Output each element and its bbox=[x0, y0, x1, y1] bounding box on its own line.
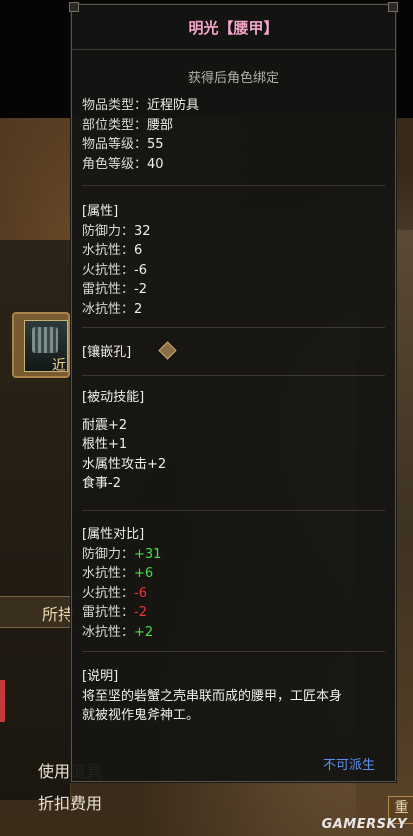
attr-row: 冰抗性：2 bbox=[82, 301, 143, 317]
attr-row: 防御力：32 bbox=[82, 223, 151, 239]
watermark: GAMERSKY bbox=[321, 817, 407, 832]
section-header: [属性] bbox=[82, 204, 119, 219]
corner-ornament bbox=[388, 2, 398, 12]
section-divider bbox=[82, 651, 385, 652]
tooltip-header: 明光【腰甲】 bbox=[69, 2, 398, 57]
corner-ornament bbox=[69, 2, 79, 12]
passive-skill: 水属性攻击+2 bbox=[82, 456, 167, 472]
item-tooltip: 明光【腰甲】 获得后角色绑定 物品类型：近程防具 部位类型：腰部 物品等级：55… bbox=[69, 2, 398, 782]
compare-section: [属性对比] 防御力：+31 水抗性：+6 火抗性：-6 雷抗性：-2 冰抗性：… bbox=[82, 525, 385, 642]
section-header: [属性对比] bbox=[82, 527, 145, 542]
attr-row: 雷抗性：-2 bbox=[82, 282, 147, 297]
description-text: 将至坚的砦蟹之壳串联而成的腰甲，工匠本身 bbox=[82, 688, 343, 704]
passive-skill: 根性+1 bbox=[82, 437, 128, 452]
section-divider bbox=[82, 510, 385, 511]
owned-label: 所持 bbox=[42, 605, 75, 624]
section-divider bbox=[82, 375, 385, 376]
attributes-section: [属性] 防御力：32 水抗性：6 火抗性：-6 雷抗性：-2 冰抗性：2 bbox=[82, 202, 385, 319]
bind-note: 获得后角色绑定 bbox=[187, 71, 279, 86]
compare-row: 水抗性：+6 bbox=[82, 566, 154, 581]
section-divider bbox=[82, 185, 385, 186]
discount-label: 折扣费用 bbox=[38, 794, 103, 813]
compare-row: 雷抗性：-2 bbox=[82, 605, 147, 620]
info-row: 物品类型：近程防具 bbox=[82, 98, 200, 113]
no-derive-link[interactable]: 不可派生 bbox=[323, 754, 375, 773]
item-title: 明光【腰甲】 bbox=[188, 19, 279, 37]
red-tab[interactable] bbox=[0, 680, 5, 722]
info-row: 物品等级：55 bbox=[82, 137, 164, 152]
description-text: 就被视作鬼斧神工。 bbox=[82, 708, 200, 723]
owned-bar: 所持 bbox=[0, 596, 80, 628]
attr-row: 水抗性：6 bbox=[82, 243, 143, 258]
passive-skill: 耐震+2 bbox=[82, 417, 128, 433]
compare-row: 防御力：+31 bbox=[82, 546, 162, 562]
compare-row: 火抗性：-6 bbox=[82, 585, 147, 601]
attr-row: 火抗性：-6 bbox=[82, 262, 147, 278]
socket-gem-icon bbox=[158, 341, 177, 360]
title-divider bbox=[72, 49, 395, 50]
compare-row: 冰抗性：+2 bbox=[82, 624, 154, 640]
socket-section: [镶嵌孔] bbox=[82, 341, 385, 363]
equipment-slot[interactable]: 近 bbox=[12, 312, 70, 378]
slot-type-tag: 近 bbox=[52, 358, 66, 374]
passive-section: [被动技能] 耐震+2 根性+1 水属性攻击+2 食事-2 bbox=[82, 388, 385, 494]
section-header: [说明] bbox=[82, 669, 119, 684]
section-header: [被动技能] bbox=[82, 390, 145, 405]
section-divider bbox=[82, 327, 385, 328]
section-header: [镶嵌孔] bbox=[82, 345, 132, 360]
info-row: 角色等级：40 bbox=[82, 156, 164, 172]
description-section: [说明] 将至坚的砦蟹之壳串联而成的腰甲，工匠本身 就被视作鬼斧神工。 bbox=[82, 667, 385, 726]
item-info: 物品类型：近程防具 部位类型：腰部 物品等级：55 角色等级：40 bbox=[82, 96, 385, 174]
passive-skill: 食事-2 bbox=[82, 476, 121, 491]
info-row: 部位类型：腰部 bbox=[82, 117, 174, 133]
